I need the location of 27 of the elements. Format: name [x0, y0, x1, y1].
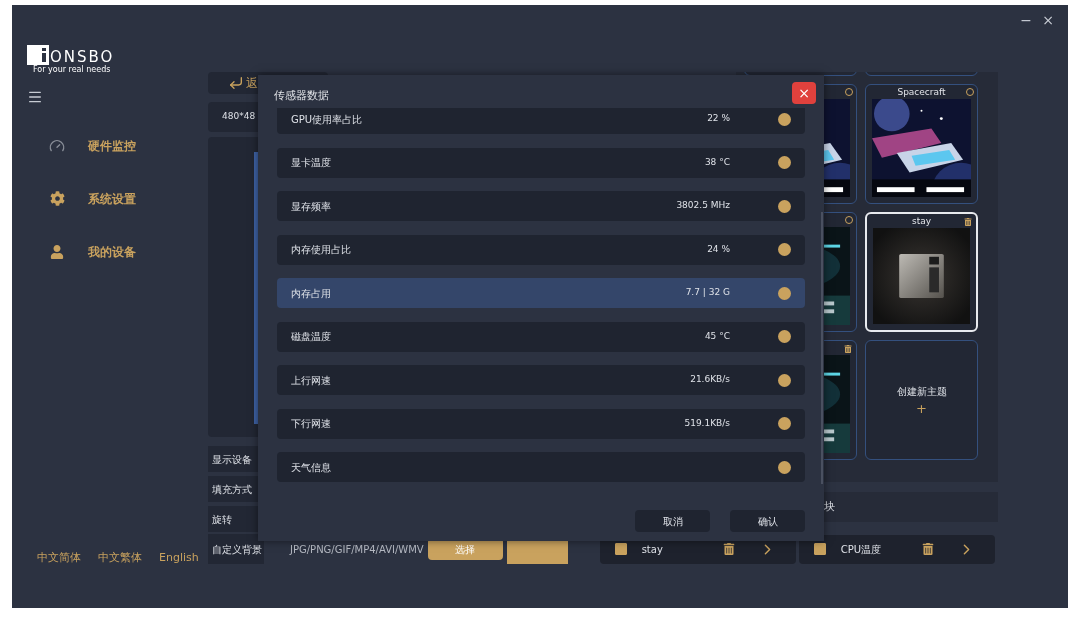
sensor-label: 上行网速: [291, 373, 332, 388]
sensor-label: 内存占用: [291, 286, 332, 301]
sensor-label: 显存频率: [291, 199, 332, 214]
sensor-value: 22 %: [707, 112, 730, 126]
plus-sign: +: [916, 400, 927, 417]
sensor-value: 519.1KB/s: [684, 416, 730, 430]
sensor-label: GPU使用率占比: [291, 112, 364, 127]
block-label: stay: [641, 542, 664, 557]
sensor-label: 下行网速: [291, 417, 332, 431]
logo-wordmark: ONSBO: [50, 50, 115, 65]
block-label: CPU温度: [840, 542, 882, 557]
create-theme-label: 创建新主题: [896, 384, 947, 399]
sensor-value: 3802.5 MHz: [676, 199, 730, 213]
theme-title: stay: [911, 216, 932, 226]
dialog-title: 传感器数据: [274, 88, 329, 104]
sensor-value: 7.7 | 32 G: [685, 286, 730, 300]
sensor-label: 显卡温度: [291, 156, 332, 170]
theme-title: Spacecraft: [897, 87, 946, 97]
logo-tagline: For your real needs: [33, 66, 112, 74]
sensor-value: 45 °C: [704, 329, 730, 343]
sensor-value: 24 %: [707, 242, 730, 256]
sensor-value: 38 °C: [704, 155, 730, 169]
file-formats: JPG/PNG/GIF/MP4/AVI/WMV: [290, 542, 424, 557]
sensor-label: 内存使用占比: [291, 243, 352, 257]
sensor-value: 21.6KB/s: [690, 373, 730, 387]
setting-label: 自定义背景: [208, 534, 264, 564]
sensor-label: 磁盘温度: [291, 330, 332, 344]
